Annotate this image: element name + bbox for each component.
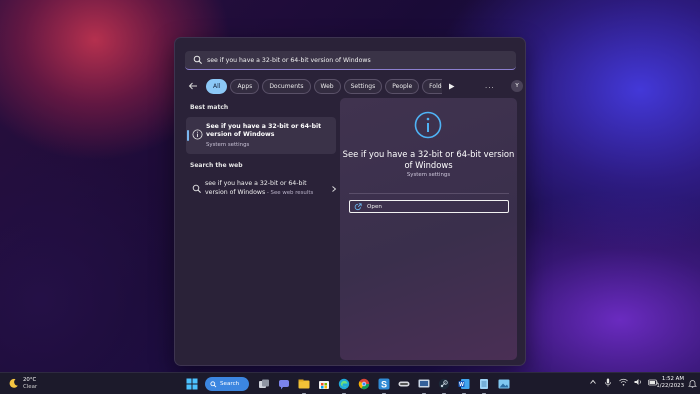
info-icon [414,111,442,139]
steam-icon[interactable] [437,377,451,394]
notification-icon[interactable] [688,379,697,388]
best-match-result[interactable]: See if you have a 32-bit or 64-bit versi… [186,117,336,154]
web-result-suffix: - See web results [265,190,314,196]
wifi-icon[interactable] [618,377,628,387]
clock-date: 1/22/2023 [656,383,684,389]
microphone-icon[interactable] [603,377,613,387]
search-icon [193,55,202,64]
filter-chip-all[interactable]: All [206,78,228,94]
open-external-icon [354,202,362,210]
result-detail-pane: See if you have a 32-bit or 64-bit versi… [340,98,517,360]
clock-time: 1:52 AM [661,376,684,382]
chrome-icon[interactable] [357,377,371,391]
microsoft-store-icon[interactable] [317,377,331,391]
web-search-result[interactable]: see if you have a 32-bit or 64-bit versi… [186,176,338,204]
selection-indicator [187,130,189,141]
scroll-filters-right-icon[interactable] [446,81,456,91]
info-icon [192,129,203,140]
search-query-text: see if you have a 32-bit or 64-bit versi… [207,56,371,64]
teams-chat-icon[interactable] [277,377,291,391]
word-icon[interactable]: W [457,377,471,394]
windows-start-icon[interactable] [185,377,199,391]
taskbar-search-label: Search [220,381,240,387]
search-input[interactable]: see if you have a 32-bit or 64-bit versi… [185,51,516,70]
taskbar: 20°C Clear Search S W 1:52 AM 1/22/2023 [0,372,700,394]
monitor-app-icon[interactable] [417,377,431,394]
filter-chip-folders[interactable]: Folde [422,78,443,94]
taskbar-search-button[interactable]: Search [205,377,249,391]
chevron-up-icon[interactable] [588,377,598,387]
filter-bar: All Apps Documents Web Settings People F… [187,78,523,94]
search-icon [192,184,201,193]
filter-chip-settings[interactable]: Settings [343,78,383,94]
weather-temp: 20°C [23,377,37,383]
back-arrow-icon[interactable] [187,80,199,92]
divider [349,193,509,194]
moon-icon [9,378,18,388]
filter-chip-people[interactable]: People [385,78,420,94]
weather-widget[interactable]: 20°C Clear [8,377,37,390]
chevron-right-icon[interactable] [330,185,338,193]
filter-chip-documents[interactable]: Documents [262,78,311,94]
detail-title: See if you have a 32-bit or 64-bit versi… [342,149,515,170]
filter-chip-web[interactable]: Web [313,78,341,94]
svg-text:W: W [459,382,464,388]
snagit-icon[interactable]: S [377,377,391,394]
best-match-subtitle: System settings [206,142,250,148]
start-search-panel: see if you have a 32-bit or 64-bit versi… [174,37,526,366]
best-match-title: See if you have a 32-bit or 64-bit versi… [206,123,322,138]
best-match-heading: Best match [190,104,229,111]
search-web-heading: Search the web [190,162,243,169]
image-viewer-icon[interactable] [497,377,511,391]
notepad-icon[interactable] [477,377,491,394]
taskbar-clock[interactable]: 1:52 AM 1/22/2023 [652,376,684,390]
file-explorer-icon[interactable] [297,377,311,394]
open-button-label: Open [367,203,382,210]
weather-condition: Clear [23,383,38,390]
web-result-text: see if you have a 32-bit or 64-bit versi… [205,179,323,198]
svg-text:S: S [381,379,387,389]
volume-icon[interactable] [633,377,643,387]
edge-icon[interactable] [337,377,351,394]
avatar[interactable]: Y [511,80,523,92]
filter-chip-apps[interactable]: Apps [230,78,260,94]
task-view-icon[interactable] [257,377,271,391]
search-icon [210,380,217,387]
app-bar-icon[interactable] [397,377,411,391]
detail-subtitle: System settings [406,172,451,178]
open-button[interactable]: Open [349,200,509,213]
taskbar-apps: Search S W [185,375,517,394]
more-options-icon[interactable]: ... [485,82,495,90]
